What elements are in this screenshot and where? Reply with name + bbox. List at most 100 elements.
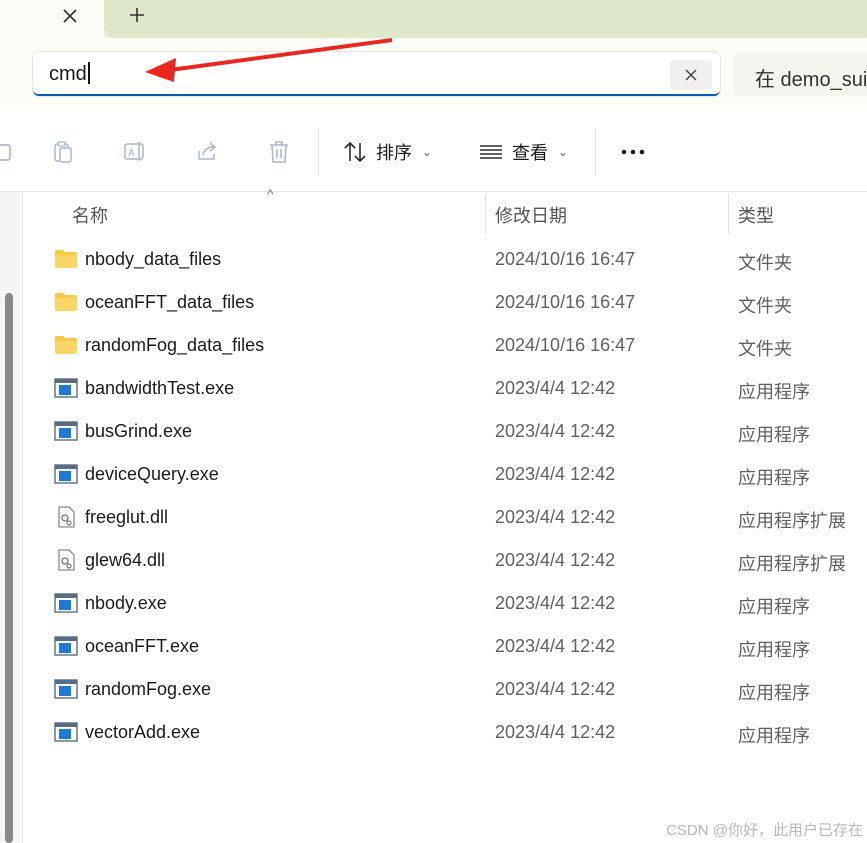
tab-current[interactable] [0,0,104,38]
column-divider[interactable] [485,194,486,234]
view-icon [480,145,502,159]
file-type: 应用程序 [738,468,810,488]
toolbar-separator [595,128,596,176]
file-type: 应用程序 [738,597,810,617]
file-date: 2023/4/4 12:42 [495,550,616,570]
rename-icon[interactable]: A [117,134,153,170]
file-name: randomFog.exe [85,679,212,699]
file-row[interactable]: vectorAdd.exe 2023/4/4 12:42 应用程序 [24,712,867,755]
pane-divider [22,192,23,843]
file-row[interactable]: busGrind.exe 2023/4/4 12:42 应用程序 [24,411,867,454]
file-row[interactable]: oceanFFT.exe 2023/4/4 12:42 应用程序 [24,626,867,669]
application-icon [54,635,78,657]
scrollbar-thumb[interactable] [5,293,13,843]
application-icon [54,678,78,700]
file-date: 2024/10/16 16:47 [495,335,636,355]
file-name: vectorAdd.exe [85,722,201,742]
close-icon[interactable] [56,2,84,30]
more-options-button[interactable] [613,134,653,170]
file-type: 应用程序 [738,683,810,703]
file-type: 文件夹 [738,339,792,359]
file-row[interactable]: randomFog_data_files 2024/10/16 16:47 文件夹 [24,325,867,368]
file-name: deviceQuery.exe [85,464,219,484]
file-row[interactable]: freeglut.dll 2023/4/4 12:42 应用程序扩展 [24,497,867,540]
application-icon [54,420,78,442]
file-date: 2023/4/4 12:42 [495,636,616,656]
file-type: 文件夹 [738,296,792,316]
file-date: 2023/4/4 12:42 [495,593,616,613]
file-date: 2023/4/4 12:42 [495,679,616,699]
command-toolbar: A 排序 ⌄ 查看 ⌄ [0,110,867,192]
view-label: 查看 [512,143,548,163]
file-date: 2023/4/4 12:42 [495,507,616,527]
address-input-text: cmd [49,63,87,85]
folder-icon [54,334,78,356]
file-name: busGrind.exe [85,421,193,441]
svg-text:A: A [128,148,135,159]
watermark: CSDN @你好，此用户已存在 [666,822,863,839]
plus-icon[interactable] [122,1,152,29]
column-header: ^ 名称 修改日期 类型 [24,186,867,234]
column-divider[interactable] [728,194,729,234]
file-row[interactable]: bandwidthTest.exe 2023/4/4 12:42 应用程序 [24,368,867,411]
delete-icon[interactable] [261,134,297,170]
file-date: 2023/4/4 12:42 [495,378,616,398]
tab-strip [0,0,867,38]
cut-icon[interactable] [0,134,22,170]
file-name: nbody_data_files [85,249,222,269]
file-type: 应用程序 [738,382,810,402]
column-name[interactable]: 名称 [72,202,108,228]
paste-icon[interactable] [45,134,81,170]
ellipsis-icon [621,149,645,155]
file-row[interactable]: randomFog.exe 2023/4/4 12:42 应用程序 [24,669,867,712]
column-date[interactable]: 修改日期 [495,202,567,228]
address-input[interactable]: cmd [33,52,720,96]
file-row[interactable]: nbody.exe 2023/4/4 12:42 应用程序 [24,583,867,626]
text-caret [87,62,90,84]
file-name: oceanFFT_data_files [85,292,255,312]
sort-button[interactable]: 排序 ⌄ [342,134,432,170]
file-date: 2023/4/4 12:42 [495,421,616,441]
address-bar-row: cmd 在 demo_sui [0,38,867,110]
view-button[interactable]: 查看 ⌄ [478,134,568,170]
file-date: 2023/4/4 12:42 [495,464,616,484]
dll-file-icon [54,506,78,528]
chevron-down-icon: ⌄ [422,145,433,159]
file-type: 应用程序 [738,640,810,660]
file-row[interactable]: glew64.dll 2023/4/4 12:42 应用程序扩展 [24,540,867,583]
toolbar-separator [318,128,319,176]
file-type: 应用程序 [738,425,810,445]
folder-icon [54,291,78,313]
file-name: oceanFFT.exe [85,636,200,656]
dll-file-icon [54,549,78,571]
column-type[interactable]: 类型 [738,202,774,228]
file-row[interactable]: deviceQuery.exe 2023/4/4 12:42 应用程序 [24,454,867,497]
file-row[interactable]: nbody_data_files 2024/10/16 16:47 文件夹 [24,239,867,282]
folder-icon [54,248,78,270]
file-date: 2023/4/4 12:42 [495,722,616,742]
clear-address-button[interactable] [670,60,712,90]
search-input[interactable]: 在 demo_sui [733,52,867,96]
file-name: glew64.dll [85,550,166,570]
application-icon [54,377,78,399]
file-type: 应用程序扩展 [738,554,846,574]
file-name: nbody.exe [85,593,167,613]
file-name: bandwidthTest.exe [85,378,235,398]
application-icon [54,463,78,485]
chevron-down-icon: ⌄ [558,145,569,159]
file-name: freeglut.dll [85,507,169,527]
application-icon [54,721,78,743]
sort-icon [344,141,366,163]
file-type: 文件夹 [738,253,792,273]
file-name: randomFog_data_files [85,335,265,355]
application-icon [54,592,78,614]
sort-ascending-icon: ^ [267,186,274,202]
file-date: 2024/10/16 16:47 [495,292,636,312]
tab-strip-empty [104,0,867,38]
share-icon[interactable] [189,134,225,170]
file-type: 应用程序扩展 [738,511,846,531]
file-row[interactable]: oceanFFT_data_files 2024/10/16 16:47 文件夹 [24,282,867,325]
sort-label: 排序 [376,143,412,163]
close-icon [685,69,697,81]
file-date: 2024/10/16 16:47 [495,249,636,269]
